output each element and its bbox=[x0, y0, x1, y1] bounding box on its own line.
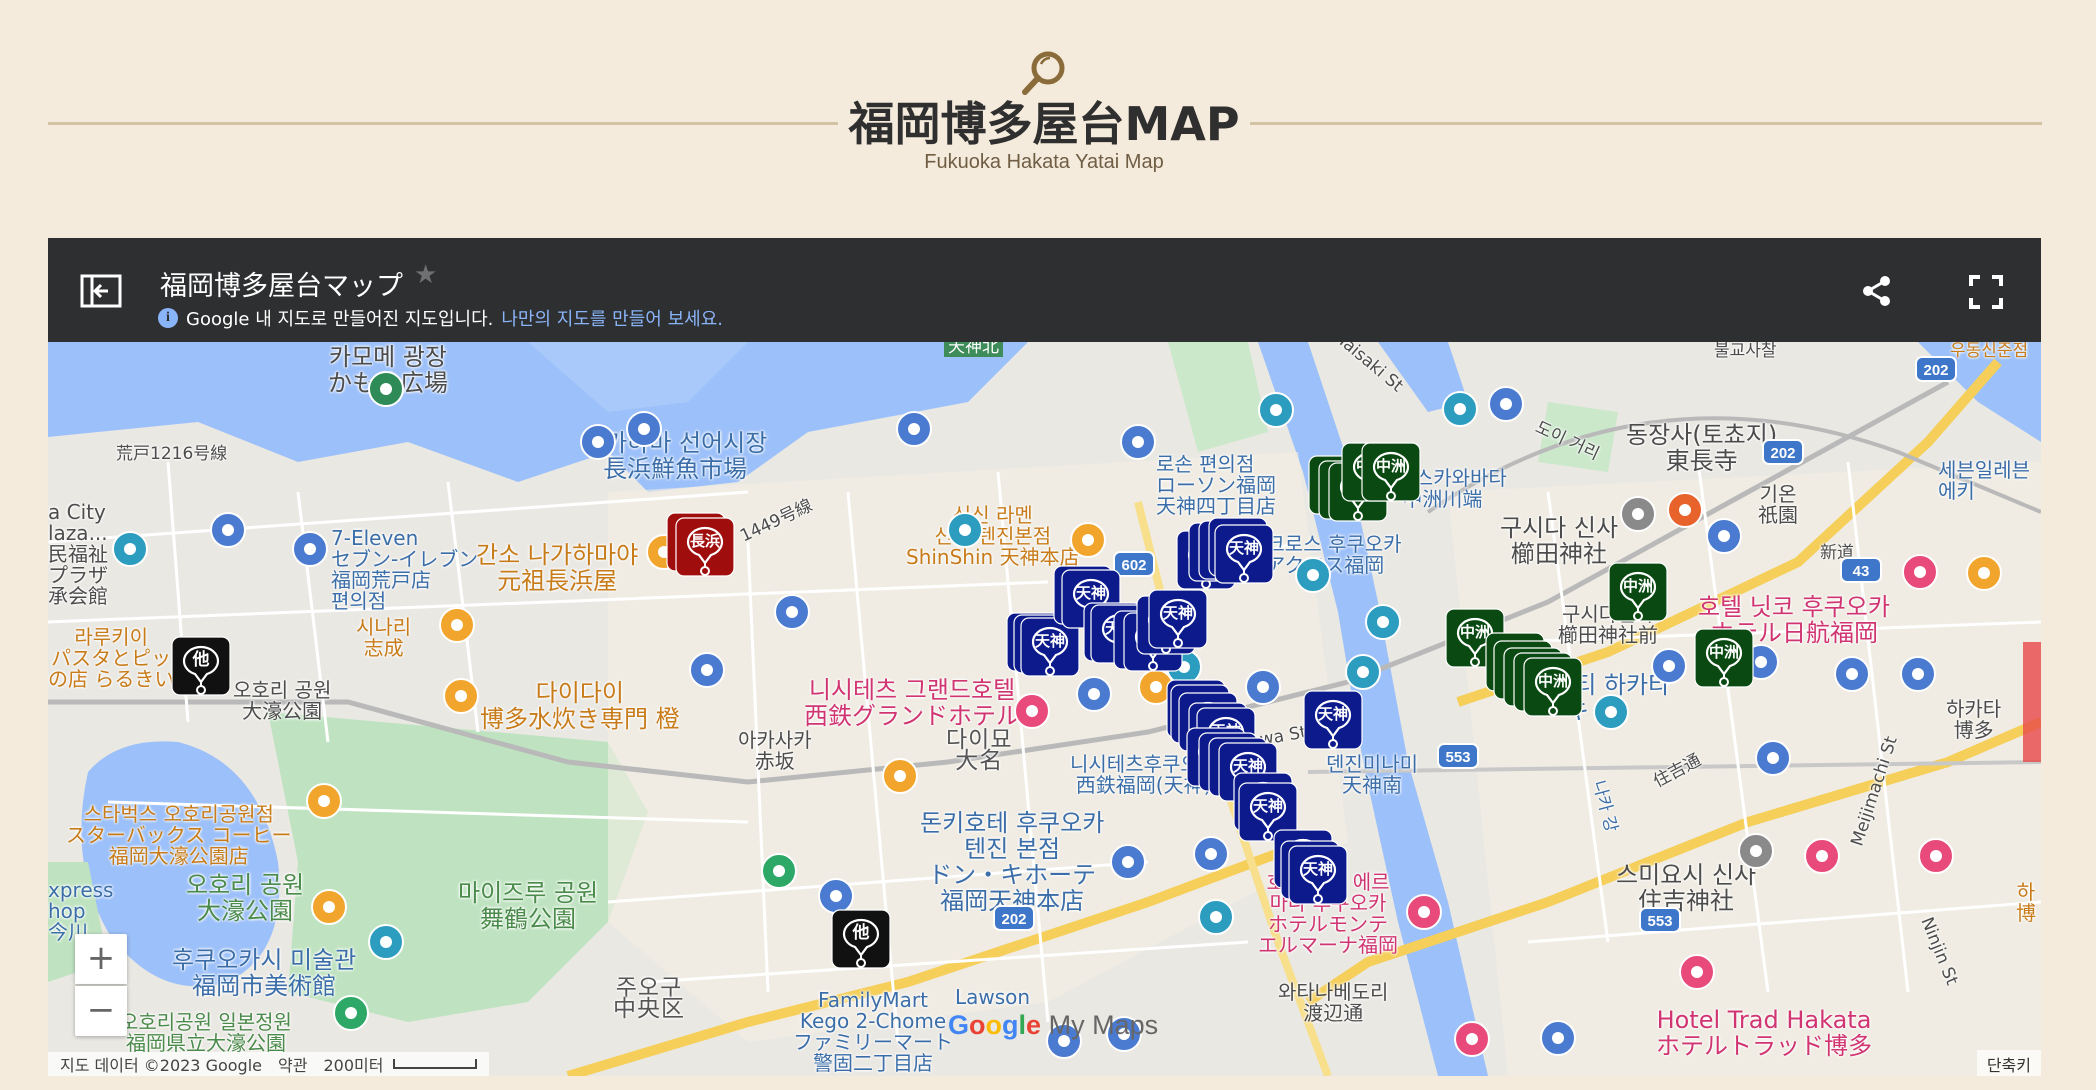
svg-text:天神: 天神 bbox=[1233, 757, 1263, 775]
header-rule-left bbox=[48, 122, 838, 125]
svg-text:長浜: 長浜 bbox=[690, 532, 720, 550]
svg-text:天神: 天神 bbox=[1318, 705, 1348, 723]
svg-text:中洲: 中洲 bbox=[1376, 457, 1406, 475]
map-canvas[interactable]: 카모메 광장 かもめ広場 荒戸1216号線 a City laza... 民福祉… bbox=[48, 330, 2041, 1076]
yatai-marker[interactable]: 中洲 bbox=[1694, 628, 1754, 688]
yatai-marker[interactable]: 中洲 bbox=[1608, 562, 1668, 622]
map-title: 福岡博多屋台マップ bbox=[160, 271, 403, 302]
svg-text:他: 他 bbox=[192, 649, 210, 670]
yatai-marker[interactable]: 天神 bbox=[1303, 690, 1363, 750]
info-icon: i bbox=[158, 308, 178, 328]
yatai-marker[interactable]: 他 bbox=[171, 636, 231, 696]
zoom-out-button[interactable]: − bbox=[75, 986, 127, 1036]
svg-text:天神: 天神 bbox=[1076, 584, 1106, 602]
map-attribution: 지도 데이터 ©2023 Google 약관 200미터 bbox=[48, 1052, 490, 1076]
svg-text:中洲: 中洲 bbox=[1709, 643, 1739, 661]
star-icon[interactable]: ★ bbox=[414, 260, 437, 290]
zoom-in-button[interactable]: + bbox=[75, 934, 127, 984]
svg-text:天神: 天神 bbox=[1163, 604, 1193, 622]
yatai-marker[interactable]: 天神 bbox=[1148, 589, 1208, 649]
yatai-marker-layer[interactable]: 長浜長浜他他天神天神天神天神天神天神天神天神天神天神天神天神天神天神天神天神天神… bbox=[48, 342, 2041, 1076]
yatai-marker[interactable]: 天神 bbox=[1288, 845, 1348, 905]
attribution-text: 지도 데이터 ©2023 Google bbox=[60, 1056, 262, 1075]
map-info-text: Google 내 지도로 만들어진 지도입니다. bbox=[186, 309, 494, 330]
svg-text:中洲: 中洲 bbox=[1460, 623, 1490, 641]
svg-text:中洲: 中洲 bbox=[1538, 672, 1568, 690]
side-panel-icon[interactable] bbox=[80, 274, 122, 308]
yatai-marker[interactable]: 他 bbox=[831, 909, 891, 969]
yatai-marker[interactable]: 長浜 bbox=[675, 517, 735, 577]
svg-text:天神: 天神 bbox=[1303, 860, 1333, 878]
terms-link[interactable]: 약관 bbox=[278, 1052, 307, 1076]
keyboard-shortcuts-button[interactable]: 단축키 bbox=[1976, 1050, 2041, 1076]
svg-text:天神: 天神 bbox=[1229, 539, 1259, 557]
create-map-link[interactable]: 나만의 지도를 만들어 보세요. bbox=[501, 305, 723, 331]
page-subtitle: Fukuoka Hakata Yatai Map bbox=[924, 151, 1164, 173]
scale-label: 200미터 bbox=[323, 1056, 384, 1075]
yatai-marker[interactable]: 天神 bbox=[1214, 524, 1274, 584]
scale-bar bbox=[393, 1059, 478, 1069]
fullscreen-icon[interactable] bbox=[1968, 274, 2004, 310]
map-info-row: i Google 내 지도로 만들어진 지도입니다. 나만의 지도를 만들어 보… bbox=[158, 305, 723, 331]
page-title: 福岡博多屋台MAP bbox=[848, 97, 1240, 151]
share-icon[interactable] bbox=[1860, 274, 1894, 308]
svg-text:中洲: 中洲 bbox=[1623, 577, 1653, 595]
svg-text:天神: 天神 bbox=[1253, 797, 1283, 815]
svg-text:天神: 天神 bbox=[1035, 632, 1065, 650]
logo-text: My Maps bbox=[1048, 1010, 1159, 1040]
yatai-marker[interactable]: 中洲 bbox=[1523, 657, 1583, 717]
page-header: 福岡博多屋台MAP Fukuoka Hakata Yatai Map bbox=[0, 0, 2096, 235]
embedded-map[interactable]: 福岡博多屋台マップ ★ i Google 내 지도로 만들어진 지도입니다. 나… bbox=[48, 238, 2041, 1076]
svg-text:他: 他 bbox=[852, 922, 870, 943]
map-title-bar: 福岡博多屋台マップ ★ i Google 내 지도로 만들어진 지도입니다. 나… bbox=[48, 238, 2041, 342]
header-rule-right bbox=[1250, 122, 2042, 125]
google-my-maps-logo: Google My Maps bbox=[948, 1010, 1159, 1040]
yatai-marker[interactable]: 中洲 bbox=[1361, 442, 1421, 502]
